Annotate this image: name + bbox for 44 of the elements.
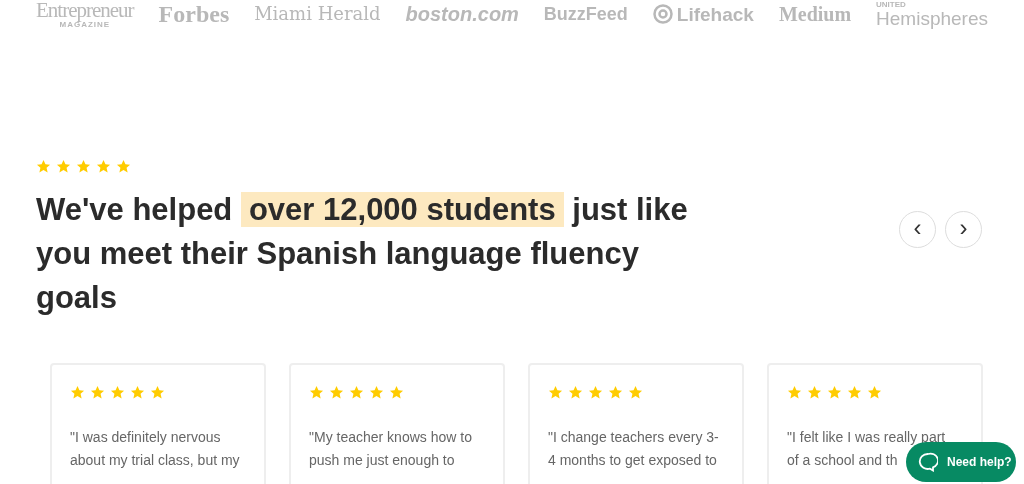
star-icon bbox=[548, 385, 563, 400]
star-icon bbox=[150, 385, 165, 400]
star-icon bbox=[309, 385, 324, 400]
chat-icon bbox=[918, 452, 938, 472]
star-icon bbox=[349, 385, 364, 400]
review-text: about my trial class, but my bbox=[70, 451, 240, 470]
star-icon bbox=[847, 385, 862, 400]
star-icon bbox=[867, 385, 882, 400]
review-text: "I was definitely nervous bbox=[70, 428, 221, 447]
press-logo: Lifehack bbox=[676, 4, 754, 24]
star-icon bbox=[329, 385, 344, 400]
star-icon bbox=[807, 385, 822, 400]
star-icon bbox=[76, 159, 91, 174]
press-logo: Entrepreneur bbox=[36, 0, 134, 21]
star-icon bbox=[36, 159, 51, 174]
star-icon bbox=[787, 385, 802, 400]
press-logo: boston.com bbox=[405, 4, 519, 24]
logo-icon bbox=[652, 4, 673, 24]
star-icon bbox=[588, 385, 603, 400]
press-logo: BuzzFeed bbox=[543, 5, 628, 23]
press-logo: Hemispheres bbox=[876, 8, 988, 28]
press-logo: Forbes bbox=[158, 2, 230, 26]
logo-caption: UNITED bbox=[876, 0, 906, 9]
star-icon bbox=[568, 385, 583, 400]
star-icon bbox=[96, 159, 111, 174]
star-icon bbox=[130, 385, 145, 400]
star-icon bbox=[110, 385, 125, 400]
section-heading: We've helped over 12,000 students just like you meet their Spanish language fluency goals bbox=[36, 191, 689, 317]
star-icon bbox=[116, 159, 131, 174]
review-text: "My teacher knows how to bbox=[309, 428, 472, 447]
star-icon bbox=[369, 385, 384, 400]
review-text: 4 months to get exposed to bbox=[548, 451, 717, 470]
press-logo: Medium bbox=[778, 4, 852, 24]
star-icon bbox=[70, 385, 85, 400]
star-icon bbox=[56, 159, 71, 174]
review-text: of a school and th bbox=[787, 451, 898, 470]
review-text: "I change teachers every 3- bbox=[548, 428, 719, 447]
star-icon bbox=[827, 385, 842, 400]
review-text: push me just enough to bbox=[309, 451, 455, 470]
star-icon bbox=[90, 385, 105, 400]
star-icon bbox=[389, 385, 404, 400]
star-icon bbox=[608, 385, 623, 400]
press-logo: Miami Herald bbox=[254, 5, 381, 23]
star-icon bbox=[628, 385, 643, 400]
